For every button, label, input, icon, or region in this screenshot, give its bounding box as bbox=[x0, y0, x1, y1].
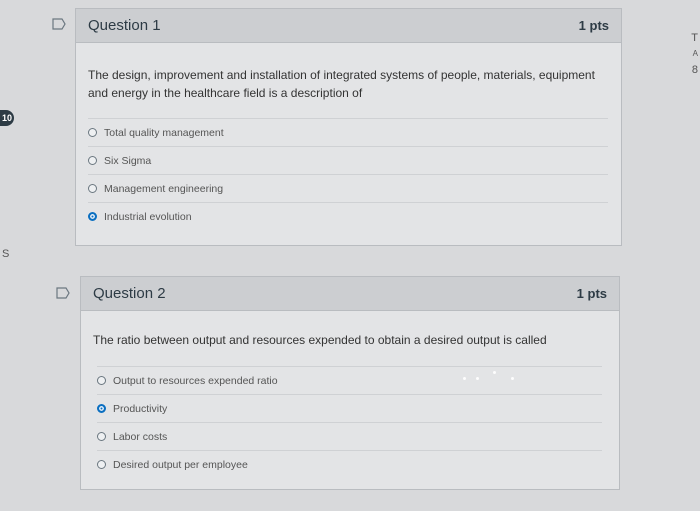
answer-label: Management engineering bbox=[104, 182, 224, 195]
edge-right-bottom: 8 bbox=[691, 64, 698, 76]
screen-glare bbox=[463, 377, 466, 380]
flag-icon bbox=[56, 287, 70, 299]
answer-label: Productivity bbox=[113, 402, 168, 415]
answer-list: Total quality management Six Sigma Manag… bbox=[88, 118, 608, 230]
radio-button[interactable] bbox=[97, 460, 106, 469]
answer-option[interactable]: Labor costs bbox=[97, 422, 602, 450]
edge-badge: 10 bbox=[0, 110, 14, 126]
answer-option[interactable]: Desired output per employee bbox=[97, 450, 602, 478]
answer-option[interactable]: Total quality management bbox=[88, 118, 608, 146]
answer-label: Labor costs bbox=[113, 430, 168, 443]
flag-question-1-icon[interactable] bbox=[52, 18, 66, 30]
screen-glare bbox=[476, 377, 479, 380]
flag-icon bbox=[52, 18, 66, 30]
answer-option-selected[interactable]: Productivity bbox=[97, 394, 602, 422]
radio-button[interactable] bbox=[88, 156, 97, 165]
radio-button-selected[interactable] bbox=[97, 404, 106, 413]
edge-right-mid: A bbox=[692, 49, 698, 58]
screen-glare bbox=[493, 371, 496, 374]
answer-label: Output to resources expended ratio bbox=[113, 374, 278, 387]
radio-button[interactable] bbox=[97, 432, 106, 441]
answer-option[interactable]: Six Sigma bbox=[88, 146, 608, 174]
question-text: The ratio between output and resources e… bbox=[93, 333, 547, 347]
answer-option[interactable]: Management engineering bbox=[88, 174, 608, 202]
answer-label: Six Sigma bbox=[104, 154, 152, 167]
question-2: Question 2 1 pts The ratio between outpu… bbox=[80, 276, 620, 490]
question-points: 1 pts bbox=[576, 286, 607, 301]
radio-button[interactable] bbox=[88, 128, 97, 137]
edge-right-top: T bbox=[691, 32, 698, 44]
edge-letter: S bbox=[2, 248, 10, 260]
flag-question-2-icon[interactable] bbox=[56, 287, 70, 299]
answer-option[interactable]: Output to resources expended ratio bbox=[97, 366, 602, 394]
radio-button[interactable] bbox=[88, 184, 97, 193]
question-1: Question 1 1 pts The design, improvement… bbox=[75, 8, 622, 246]
question-2-header: Question 2 1 pts bbox=[81, 277, 619, 311]
answer-option-selected[interactable]: Industrial evolution bbox=[88, 202, 608, 230]
edge-right-text: T A 8 bbox=[691, 30, 698, 78]
question-title: Question 2 bbox=[93, 285, 166, 302]
screen-glare bbox=[511, 377, 514, 380]
question-text: The design, improvement and installation… bbox=[88, 68, 595, 100]
answer-label: Total quality management bbox=[104, 126, 224, 139]
answer-label: Industrial evolution bbox=[104, 210, 192, 223]
answer-list: Output to resources expended ratio Produ… bbox=[97, 366, 602, 478]
answer-label: Desired output per employee bbox=[113, 458, 248, 471]
radio-button-selected[interactable] bbox=[88, 212, 97, 221]
question-title: Question 1 bbox=[88, 17, 161, 34]
radio-button[interactable] bbox=[97, 376, 106, 385]
question-1-header: Question 1 1 pts bbox=[76, 9, 621, 43]
question-points: 1 pts bbox=[578, 18, 609, 33]
